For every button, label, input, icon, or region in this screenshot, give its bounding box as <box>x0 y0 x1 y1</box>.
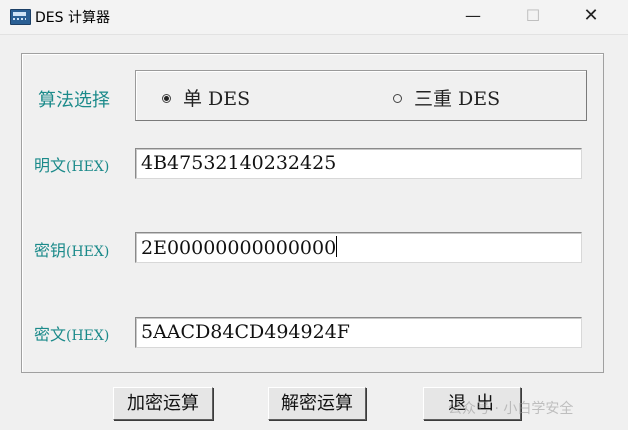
radio-unselected-icon <box>393 93 402 103</box>
plaintext-input[interactable]: 4B47532140232425 <box>135 148 582 179</box>
des-calculator-window: DES 计算器 — ☐ ✕ 算法选择 单 DES 三重 DES 明文(HEX) … <box>0 0 628 430</box>
radio-single-des[interactable]: 单 DES <box>162 84 250 111</box>
watermark-text: 公众号 · 小白学安全 <box>448 401 574 417</box>
ciphertext-label-hex: (HEX) <box>66 328 110 344</box>
title-bar[interactable]: DES 计算器 — ☐ ✕ <box>0 0 628 35</box>
ciphertext-value: 5AACD84CD494924F <box>141 321 350 343</box>
plaintext-label-cn: 明文 <box>34 156 67 175</box>
decrypt-button[interactable]: 解密运算 <box>268 387 366 420</box>
plaintext-label: 明文(HEX) <box>34 152 109 176</box>
key-value: 2E00000000000000 <box>141 237 337 259</box>
radio-triple-des-label: 三重 DES <box>414 88 501 110</box>
ciphertext-label-cn: 密文 <box>34 325 67 344</box>
key-label: 密钥(HEX) <box>34 237 109 261</box>
plaintext-value: 4B47532140232425 <box>141 152 337 174</box>
ciphertext-input[interactable]: 5AACD84CD494924F <box>135 317 582 348</box>
encrypt-button[interactable]: 加密运算 <box>113 387 213 420</box>
algorithm-label: 算法选择 <box>38 90 110 111</box>
radio-single-des-label: 单 DES <box>183 88 251 110</box>
app-icon <box>10 9 31 25</box>
plaintext-label-hex: (HEX) <box>66 159 110 175</box>
window-title: DES 计算器 <box>35 10 110 26</box>
close-button[interactable]: ✕ <box>568 0 614 34</box>
text-caret <box>336 236 338 257</box>
maximize-button[interactable]: ☐ <box>510 0 556 34</box>
key-input[interactable]: 2E00000000000000 <box>135 232 582 263</box>
key-label-cn: 密钥 <box>34 241 67 260</box>
radio-triple-des[interactable]: 三重 DES <box>393 84 500 111</box>
radio-selected-icon <box>162 93 171 103</box>
ciphertext-label: 密文(HEX) <box>34 321 109 345</box>
key-label-hex: (HEX) <box>66 244 110 260</box>
minimize-button[interactable]: — <box>450 0 496 34</box>
